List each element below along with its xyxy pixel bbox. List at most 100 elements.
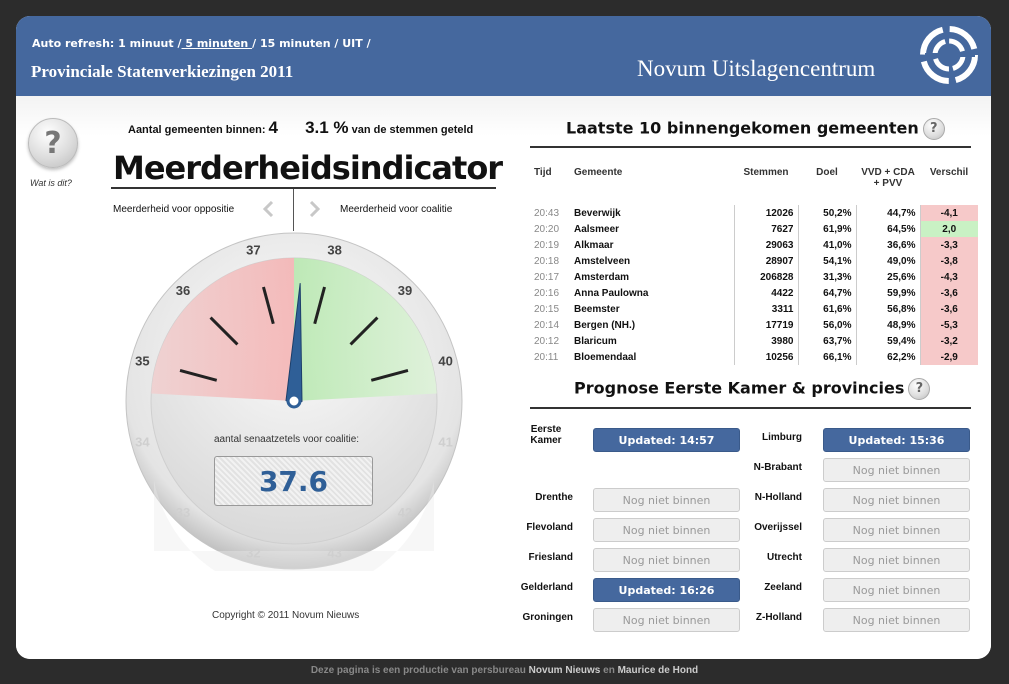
- table-cell: Amstelveen: [574, 255, 631, 267]
- results-title: Laatste 10 binnengekomen gemeenten?: [566, 118, 945, 140]
- province-label: Zeeland: [764, 582, 802, 593]
- table-cell: Aalsmeer: [574, 223, 620, 235]
- province-status-button[interactable]: Nog niet binnen: [593, 548, 740, 572]
- dial-value-display: 37.6: [214, 456, 373, 506]
- table-cell: -3,2: [919, 333, 978, 349]
- table-cell: 12026: [733, 205, 798, 221]
- table-row: 20:14 Bergen (NH.) 17719 56,0% 48,9% -5,3: [530, 317, 978, 333]
- table-row: 20:11 Bloemendaal 10256 66,1% 62,2% -2,9: [530, 349, 978, 365]
- table-cell: 20:18: [534, 255, 560, 267]
- province-label: Friesland: [528, 552, 573, 563]
- province-status-button[interactable]: Updated: 15:36: [823, 428, 970, 452]
- results-help-icon[interactable]: ?: [922, 118, 945, 140]
- question-icon: ?: [44, 125, 62, 161]
- novum-logo-icon: [920, 26, 978, 84]
- prognose-help-icon[interactable]: ?: [908, 378, 931, 400]
- table-cell: 50,2%: [797, 205, 856, 221]
- table-cell: -3,3: [919, 237, 978, 253]
- table-row: 20:19 Alkmaar 29063 41,0% 36,6% -3,3: [530, 237, 978, 253]
- table-cell: -2,9: [919, 349, 978, 365]
- province-label: Eerste Kamer: [530, 424, 562, 446]
- dial-caption: aantal senaatzetels voor coalitie:: [214, 434, 360, 445]
- province-status-button[interactable]: Nog niet binnen: [823, 488, 970, 512]
- table-cell: Blaricum: [574, 335, 617, 347]
- province-label: Groningen: [522, 612, 573, 623]
- refresh-option[interactable]: 5 minuten: [182, 37, 253, 50]
- province-label: Drenthe: [535, 492, 573, 503]
- province-status-button[interactable]: Updated: 14:57: [593, 428, 740, 452]
- table-cell: Beverwijk: [574, 207, 621, 219]
- count-value: 4: [268, 118, 278, 137]
- results-table: Tijd Gemeente Stemmen Doel VVD + CDA + PVV Ve…: [530, 167, 978, 365]
- table-cell: 20:14: [534, 319, 560, 331]
- table-cell: 10256: [733, 349, 798, 365]
- province-status-button[interactable]: Nog niet binnen: [593, 488, 740, 512]
- table-cell: -4,1: [919, 205, 978, 221]
- table-cell: 49,0%: [855, 253, 920, 269]
- header-bar: Auto refresh: 1 minuut / 5 minuten / 15 …: [16, 16, 991, 96]
- table-cell: 59,4%: [855, 333, 920, 349]
- table-row: 20:12 Blaricum 3980 63,7% 59,4% -3,2: [530, 333, 978, 349]
- main-content: ? Wat is dit? Aantal gemeenten binnen: 4 …: [16, 96, 991, 659]
- table-cell: Bloemendaal: [574, 351, 637, 363]
- table-cell: 7627: [733, 221, 798, 237]
- pct-value: 3.1 %: [305, 118, 349, 137]
- table-cell: 63,7%: [797, 333, 856, 349]
- footer-link-hond[interactable]: Maurice de Hond: [618, 665, 699, 676]
- table-cell: -3,6: [919, 301, 978, 317]
- table-cell: 31,3%: [797, 269, 856, 285]
- refresh-option[interactable]: UIT: [338, 37, 366, 50]
- province-label: Gelderland: [520, 582, 573, 593]
- refresh-separator: /: [366, 37, 371, 50]
- province-status-button[interactable]: Nog niet binnen: [823, 518, 970, 542]
- table-row: 20:43 Beverwijk 12026 50,2% 44,7% -4,1: [530, 205, 978, 221]
- table-cell: 20:11: [534, 351, 559, 363]
- province-status-button[interactable]: Nog niet binnen: [823, 578, 970, 602]
- column-header: VVD + CDA + PVV: [861, 167, 915, 189]
- refresh-option[interactable]: 1 minuut: [118, 37, 177, 50]
- table-cell: Alkmaar: [574, 239, 614, 251]
- refresh-option[interactable]: 15 minuten: [256, 37, 334, 50]
- footer-link-novum[interactable]: Novum Nieuws: [529, 665, 601, 676]
- table-cell: -3,6: [919, 285, 978, 301]
- gauge-scale-label: 36: [176, 283, 190, 298]
- province-status-button[interactable]: Nog niet binnen: [823, 608, 970, 632]
- table-cell: Amsterdam: [574, 271, 630, 283]
- province-status-button[interactable]: Nog niet binnen: [593, 518, 740, 542]
- table-cell: 17719: [733, 317, 798, 333]
- column-header: Doel: [816, 167, 838, 178]
- majority-gauge: 32 33 34 35 36 37 38 39 40 41 42 43: [125, 232, 463, 571]
- province-label: Flevoland: [526, 522, 573, 533]
- province-label: N-Brabant: [753, 462, 802, 473]
- province-status-button[interactable]: Nog niet binnen: [593, 608, 740, 632]
- province-status-button[interactable]: Updated: 16:26: [593, 578, 740, 602]
- gauge-scale-label: 41: [438, 435, 452, 450]
- table-cell: 4422: [733, 285, 798, 301]
- province-label: N-Holland: [754, 492, 802, 503]
- gauge-scale-label: 43: [327, 546, 341, 561]
- prognose-divider: [530, 407, 971, 409]
- table-cell: -4,3: [919, 269, 978, 285]
- footer-text: Deze pagina is een productie van persbur…: [310, 665, 526, 676]
- help-button[interactable]: ?: [28, 118, 78, 168]
- table-row: 20:15 Beemster 3311 61,6% 56,8% -3,6: [530, 301, 978, 317]
- table-cell: 62,2%: [855, 349, 920, 365]
- table-cell: 41,0%: [797, 237, 856, 253]
- table-cell: 61,6%: [797, 301, 856, 317]
- table-cell: 54,1%: [797, 253, 856, 269]
- title-divider: [111, 187, 496, 189]
- table-cell: 44,7%: [855, 205, 920, 221]
- province-status-button[interactable]: Nog niet binnen: [823, 458, 970, 482]
- table-row: 20:20 Aalsmeer 7627 61,9% 64,5% 2,0: [530, 221, 978, 237]
- province-label: Limburg: [762, 432, 802, 443]
- gauge-scale-label: 33: [176, 505, 190, 520]
- gauge-scale-label: 32: [246, 546, 260, 561]
- table-cell: 59,9%: [855, 285, 920, 301]
- app-frame: Auto refresh: 1 minuut / 5 minuten / 15 …: [16, 16, 991, 659]
- table-cell: 3311: [733, 301, 798, 317]
- table-cell: 56,8%: [855, 301, 920, 317]
- province-status-button[interactable]: Nog niet binnen: [823, 548, 970, 572]
- table-cell: 36,6%: [855, 237, 920, 253]
- table-cell: Bergen (NH.): [574, 319, 636, 331]
- province-label: Utrecht: [766, 552, 802, 563]
